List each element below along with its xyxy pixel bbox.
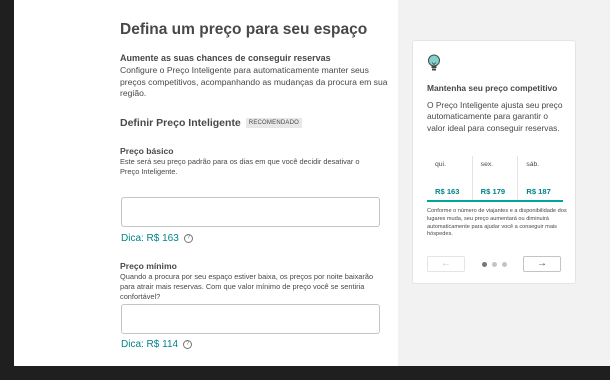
min-price-tip: Dica: R$ 114 ? [121,339,193,350]
min-price-tip-text: Dica: R$ 114 [121,339,179,350]
price-column-fri: sex. R$ 179 [473,156,519,200]
lightbulb-icon [428,54,440,71]
day-price: R$ 187 [526,187,551,196]
previous-slide-button[interactable]: ← [427,256,465,272]
base-price-input[interactable] [121,197,380,227]
price-column-sat: sáb. R$ 187 [518,156,563,200]
card-body: O Preço Inteligente ajusta seu preço aut… [427,100,563,133]
carousel-dot-active[interactable] [482,262,487,267]
carousel-dot[interactable] [492,262,497,267]
base-price-tip-text: Dica: R$ 163 [121,233,179,244]
help-circle-icon[interactable]: ? [183,234,193,243]
help-circle-icon[interactable]: ? [183,340,193,349]
page-title: Defina um preço para seu espaço [120,21,368,38]
price-table: qui. R$ 163 sex. R$ 179 sáb. R$ 187 [427,156,563,202]
day-label: sex. [480,161,494,168]
smart-pricing-title: Definir Preço Inteligente [120,117,241,129]
price-column-thu: qui. R$ 163 [427,156,473,200]
base-price-tip: Dica: R$ 163 ? [121,233,193,244]
day-price: R$ 163 [435,187,460,196]
card-note: Conforme o número de viajantes e a dispo… [427,208,567,238]
day-label: sáb. [526,161,540,168]
smart-pricing-heading: Definir Preço Inteligente RECOMENDADO [120,117,302,129]
day-label: qui. [435,161,446,168]
card-title: Mantenha seu preço competitivo [427,83,558,93]
day-price: R$ 179 [480,187,506,196]
min-price-help: Quando a procura por seu espaço estiver … [120,272,374,301]
recommended-badge: RECOMENDADO [245,118,302,128]
min-price-label: Preço mínimo [120,261,177,271]
page-subhead: Aumente as suas chances de conseguir res… [120,53,331,63]
min-price-input[interactable] [121,304,380,334]
next-slide-button[interactable]: → [523,256,561,272]
base-price-help: Este será seu preço padrão para os dias … [120,157,360,176]
carousel-dot[interactable] [502,262,507,267]
pricing-form-panel: Defina um preço para seu espaço Aumente … [14,0,398,366]
base-price-label: Preço básico [120,146,174,156]
carousel-dots [482,262,507,267]
tip-card: Mantenha seu preço competitivo O Preço I… [412,40,576,284]
page-intro: Configure o Preço Inteligente para autom… [120,65,388,99]
